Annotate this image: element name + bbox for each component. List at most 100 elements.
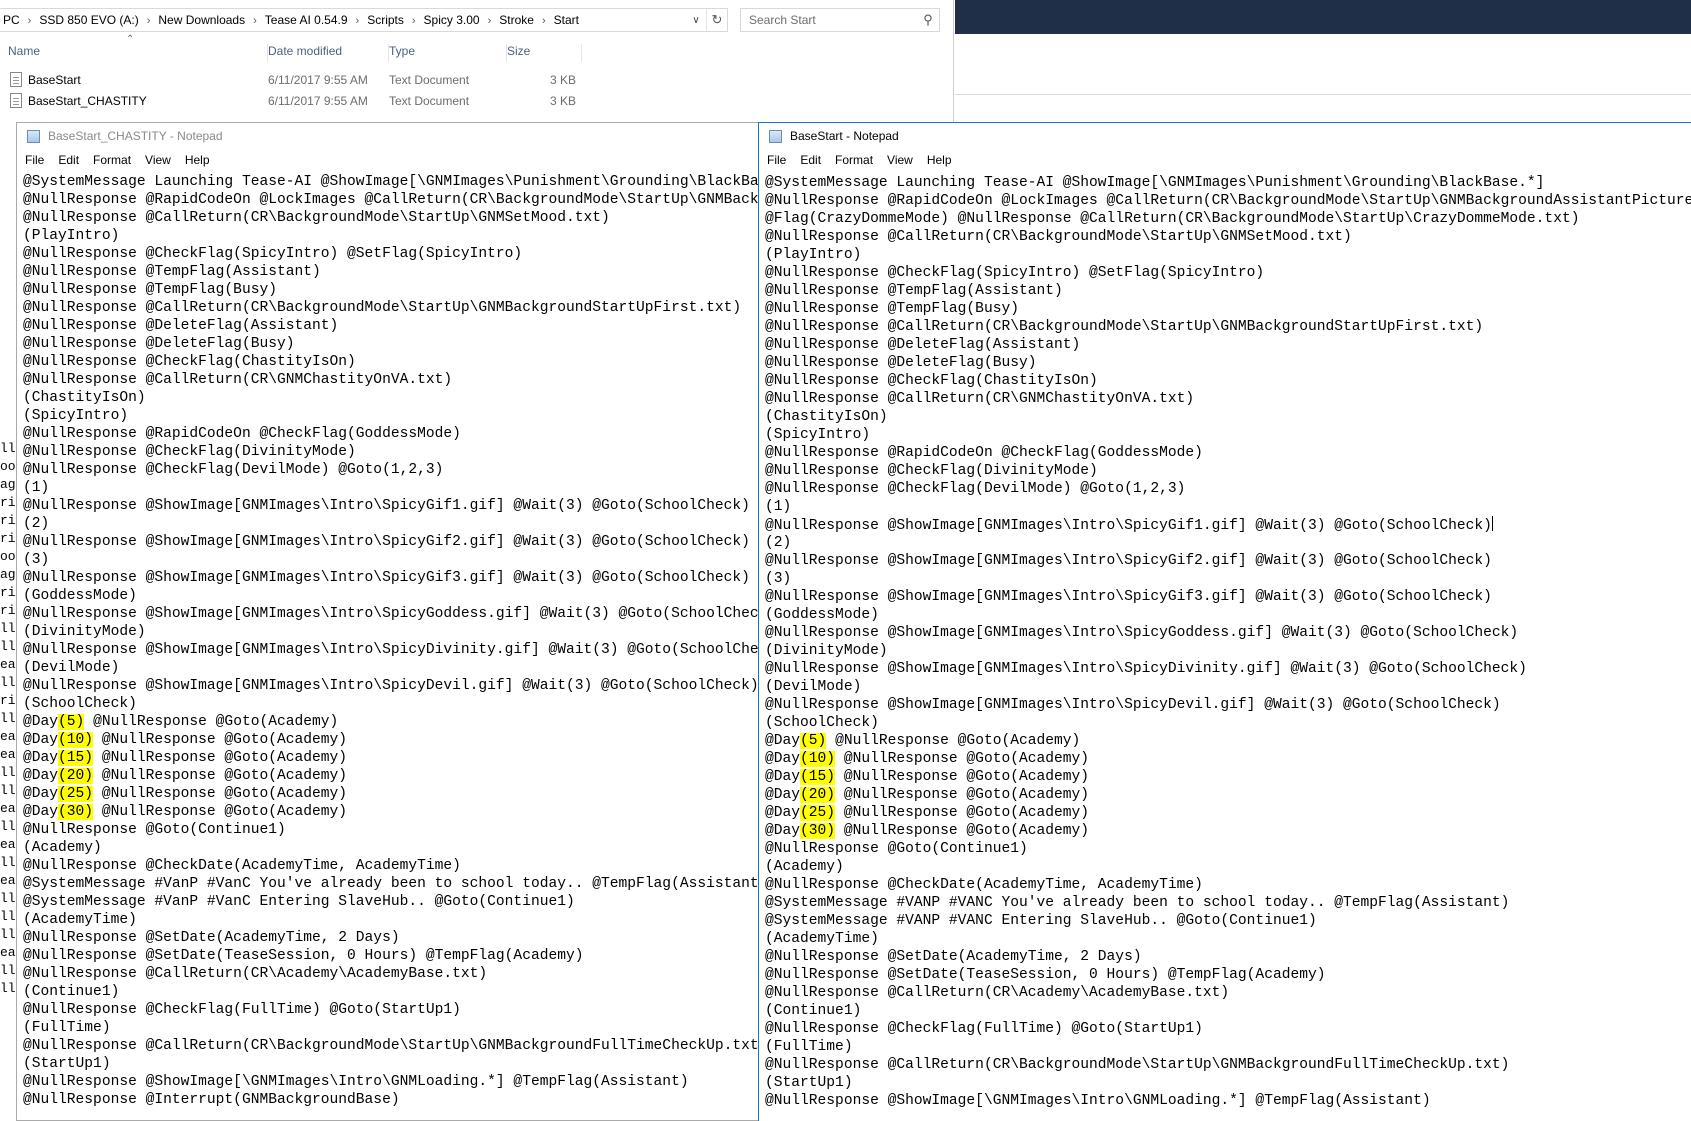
text-line: @NullResponse @ShowImage[GNMImages\Intro…: [765, 697, 1501, 713]
notepad-icon: [769, 129, 782, 143]
background-text-fragment: ea: [0, 837, 16, 852]
breadcrumb-item[interactable]: PC: [3, 13, 20, 27]
text-line: @SystemMessage #VANP #VANC Entering Slav…: [765, 913, 1317, 929]
background-text-fragment: ea: [0, 801, 16, 816]
chevron-right-icon[interactable]: ›: [412, 15, 416, 27]
text-editor[interactable]: @SystemMessage Launching Tease-AI @ShowI…: [765, 174, 1691, 1121]
menu-edit[interactable]: Edit: [58, 153, 79, 167]
text-segment: @NullResponse @Goto(Academy): [835, 823, 1090, 839]
text-line: @NullResponse @RapidCodeOn @LockImages @…: [765, 193, 1691, 209]
text-line: @NullResponse @CheckFlag(DevilMode) @Got…: [765, 481, 1186, 497]
column-header-name[interactable]: Name: [8, 44, 268, 62]
breadcrumb-item[interactable]: Stroke: [499, 13, 534, 27]
background-text-fragment: ll: [0, 909, 16, 924]
desktop-background-strip: [955, 0, 1691, 34]
highlighted-text: (30): [800, 823, 836, 839]
refresh-icon[interactable]: ↻: [706, 9, 727, 31]
chevron-right-icon[interactable]: ›: [28, 15, 32, 27]
file-type: Text Document: [389, 94, 470, 108]
column-header-type[interactable]: Type: [389, 44, 507, 62]
text-line: (GoddessMode): [23, 588, 137, 604]
text-segment: @NullResponse @Goto(Academy): [826, 733, 1081, 749]
text-line: @NullResponse @CheckFlag(ChastityIsOn): [765, 373, 1098, 389]
text-line: @NullResponse @ShowImage[GNMImages\Intro…: [23, 678, 759, 694]
notepad-window-chastity: BaseStart_CHASTITY - Notepad File Edit F…: [16, 122, 760, 1121]
menu-edit[interactable]: Edit: [800, 153, 821, 167]
menu-bar: File Edit Format View Help: [759, 149, 1691, 171]
menu-format[interactable]: Format: [93, 153, 131, 167]
menu-view[interactable]: View: [887, 153, 913, 167]
text-line: @Day(5) @NullResponse @Goto(Academy): [23, 713, 760, 731]
text-line: (ChastityIsOn): [765, 409, 888, 425]
background-text-fragment: ri: [0, 531, 16, 546]
menu-file[interactable]: File: [767, 153, 786, 167]
text-line: @NullResponse @CheckFlag(ChastityIsOn): [23, 354, 356, 370]
text-segment: @Day: [765, 751, 801, 767]
title-bar[interactable]: BaseStart_CHASTITY - Notepad: [17, 123, 760, 149]
text-file-icon: [10, 93, 22, 108]
text-line: (AcademyTime): [765, 931, 879, 947]
background-text-fragment: ll: [0, 639, 16, 654]
text-line: @NullResponse @CallReturn(CR\GNMChastity…: [23, 372, 453, 388]
column-header-size[interactable]: Size: [507, 44, 582, 62]
chevron-right-icon[interactable]: ›: [253, 15, 257, 27]
text-line: (PlayIntro): [23, 228, 120, 244]
chevron-right-icon[interactable]: ›: [147, 15, 151, 27]
menu-bar: File Edit Format View Help: [17, 149, 760, 171]
menu-help[interactable]: Help: [927, 153, 952, 167]
text-line: @Day(15) @NullResponse @Goto(Academy): [765, 768, 1691, 786]
text-line: @NullResponse @CheckFlag(FullTime) @Goto…: [23, 1002, 461, 1018]
column-header-date-modified[interactable]: Date modified: [268, 44, 389, 62]
file-row[interactable]: BaseStart_CHASTITY 6/11/2017 9:55 AM Tex…: [0, 91, 953, 111]
text-segment: @NullResponse @Goto(Academy): [93, 732, 348, 748]
text-line: @NullResponse @Interrupt(GNMBackgroundBa…: [23, 1092, 400, 1108]
text-line: (3): [765, 571, 792, 587]
chevron-down-icon[interactable]: ∨: [688, 9, 704, 31]
menu-format[interactable]: Format: [835, 153, 873, 167]
text-segment: @NullResponse @Goto(Academy): [835, 787, 1090, 803]
text-line: @NullResponse @CheckFlag(DevilMode) @Got…: [23, 462, 444, 478]
title-bar[interactable]: BaseStart - Notepad: [759, 123, 1691, 149]
breadcrumb-item[interactable]: SSD 850 EVO (A:): [39, 13, 138, 27]
menu-help[interactable]: Help: [185, 153, 210, 167]
text-line: @NullResponse @SetDate(TeaseSession, 0 H…: [23, 948, 584, 964]
text-line: @Day(20) @NullResponse @Goto(Academy): [765, 786, 1691, 804]
text-editor[interactable]: @SystemMessage Launching Tease-AI @ShowI…: [23, 173, 760, 1120]
text-line: (GoddessMode): [765, 607, 879, 623]
text-line: (Continue1): [765, 1003, 862, 1019]
breadcrumb-item[interactable]: Start: [554, 13, 579, 27]
breadcrumb: PC › SSD 850 EVO (A:) › New Downloads › Tease …: [3, 13, 579, 27]
text-line: @NullResponse @DeleteFlag(Assistant): [765, 337, 1081, 353]
text-segment: @Day: [23, 804, 59, 820]
breadcrumb-item[interactable]: New Downloads: [158, 13, 245, 27]
text-line: @NullResponse @ShowImage[GNMImages\Intro…: [765, 661, 1527, 677]
breadcrumb-item[interactable]: Spicy 3.00: [424, 13, 480, 27]
chevron-right-icon[interactable]: ›: [542, 15, 546, 27]
file-size: 3 KB: [550, 73, 577, 87]
background-text-fragment: ea: [0, 729, 16, 744]
file-row[interactable]: BaseStart 6/11/2017 9:55 AM Text Documen…: [0, 70, 953, 90]
text-line: @NullResponse @CheckFlag(FullTime) @Goto…: [765, 1021, 1203, 1037]
background-text-fragment: ea: [0, 945, 16, 960]
column-headers: ⌃ Name Date modified Type Size: [0, 34, 953, 62]
breadcrumb-item[interactable]: Scripts: [367, 13, 404, 27]
text-segment: @Day: [23, 714, 59, 730]
text-segment: @Day: [765, 787, 801, 803]
text-line: @NullResponse @ShowImage[\GNMImages\Intr…: [765, 1093, 1431, 1109]
chevron-right-icon[interactable]: ›: [488, 15, 492, 27]
chevron-right-icon[interactable]: ›: [356, 15, 360, 27]
breadcrumb-item[interactable]: Tease AI 0.54.9: [265, 13, 348, 27]
menu-view[interactable]: View: [145, 153, 171, 167]
text-line: @Day(15) @NullResponse @Goto(Academy): [23, 749, 760, 767]
background-window-text: ll oo ag ri ri ri oo ag ri ri ll ll ea ll ri ll ea ea ll ll…: [0, 440, 16, 1020]
text-line: (Academy): [765, 859, 844, 875]
column-header-size-label: Size: [507, 44, 531, 58]
text-line: (ChastityIsOn): [23, 390, 146, 406]
text-segment: @Day: [23, 732, 59, 748]
text-line: (3): [23, 552, 50, 568]
menu-file[interactable]: File: [25, 153, 44, 167]
background-text-fragment: ll: [0, 855, 16, 870]
address-bar[interactable]: PC › SSD 850 EVO (A:) › New Downloads › Tease …: [0, 8, 728, 32]
search-icon[interactable]: ⚲: [917, 12, 939, 28]
search-input[interactable]: Search Start ⚲: [740, 8, 940, 32]
